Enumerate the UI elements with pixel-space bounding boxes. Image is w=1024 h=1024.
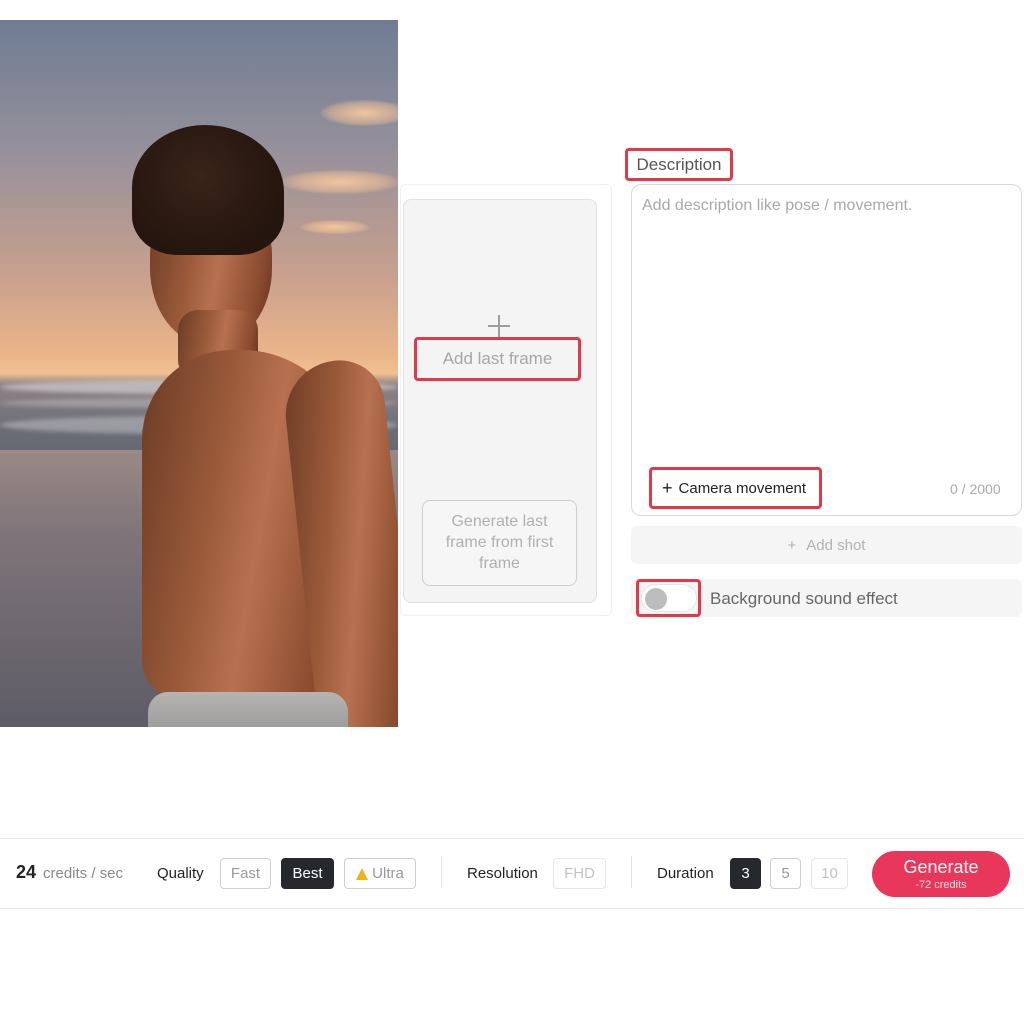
- quality-label: Quality: [157, 865, 204, 882]
- man-figure: [0, 20, 398, 727]
- generate-last-frame-button[interactable]: Generate last frame from first frame: [422, 500, 577, 586]
- resolution-label: Resolution: [467, 865, 538, 882]
- credits-per-second-unit: credits / sec: [43, 865, 124, 882]
- quality-option-ultra[interactable]: Ultra: [344, 858, 416, 889]
- quality-option-ultra-label: Ultra: [372, 865, 404, 882]
- credits-per-second-value: 24: [16, 862, 37, 882]
- duration-option-3[interactable]: 3: [730, 858, 761, 889]
- camera-movement-button[interactable]: + Camera movement: [649, 467, 822, 509]
- generate-cost: -72 credits: [915, 879, 967, 891]
- duration-label: Duration: [657, 865, 714, 882]
- toggle-knob: [645, 588, 667, 610]
- generate-label: Generate: [903, 857, 979, 877]
- duration-option-5[interactable]: 5: [770, 858, 801, 889]
- add-last-frame-button[interactable]: Add last frame: [414, 337, 581, 381]
- plus-icon[interactable]: [486, 313, 512, 339]
- hair: [132, 125, 284, 255]
- resolution-option-fhd[interactable]: FHD: [553, 858, 606, 889]
- divider: [441, 856, 442, 888]
- ultra-icon: [356, 867, 369, 880]
- duration-option-10[interactable]: 10: [811, 858, 848, 889]
- background-sound-label: Background sound effect: [710, 589, 898, 608]
- canvas: Add last frame Generate last frame from …: [0, 0, 1024, 1024]
- add-shot-label: Add shot: [806, 536, 866, 554]
- divider: [631, 856, 632, 888]
- first-frame-image[interactable]: [0, 20, 398, 727]
- camera-movement-label: Camera movement: [678, 479, 807, 497]
- description-placeholder: Add description like pose / movement.: [642, 197, 913, 214]
- description-label: Description: [625, 148, 733, 181]
- shorts: [148, 692, 348, 727]
- plus-icon: +: [787, 536, 797, 554]
- quality-option-best[interactable]: Best: [281, 858, 334, 889]
- plus-icon: +: [662, 478, 673, 498]
- character-counter: 0 / 2000: [950, 481, 1001, 497]
- add-shot-button[interactable]: + Add shot: [631, 526, 1022, 564]
- quality-option-fast[interactable]: Fast: [220, 858, 271, 889]
- generate-button[interactable]: Generate -72 credits: [872, 851, 1010, 897]
